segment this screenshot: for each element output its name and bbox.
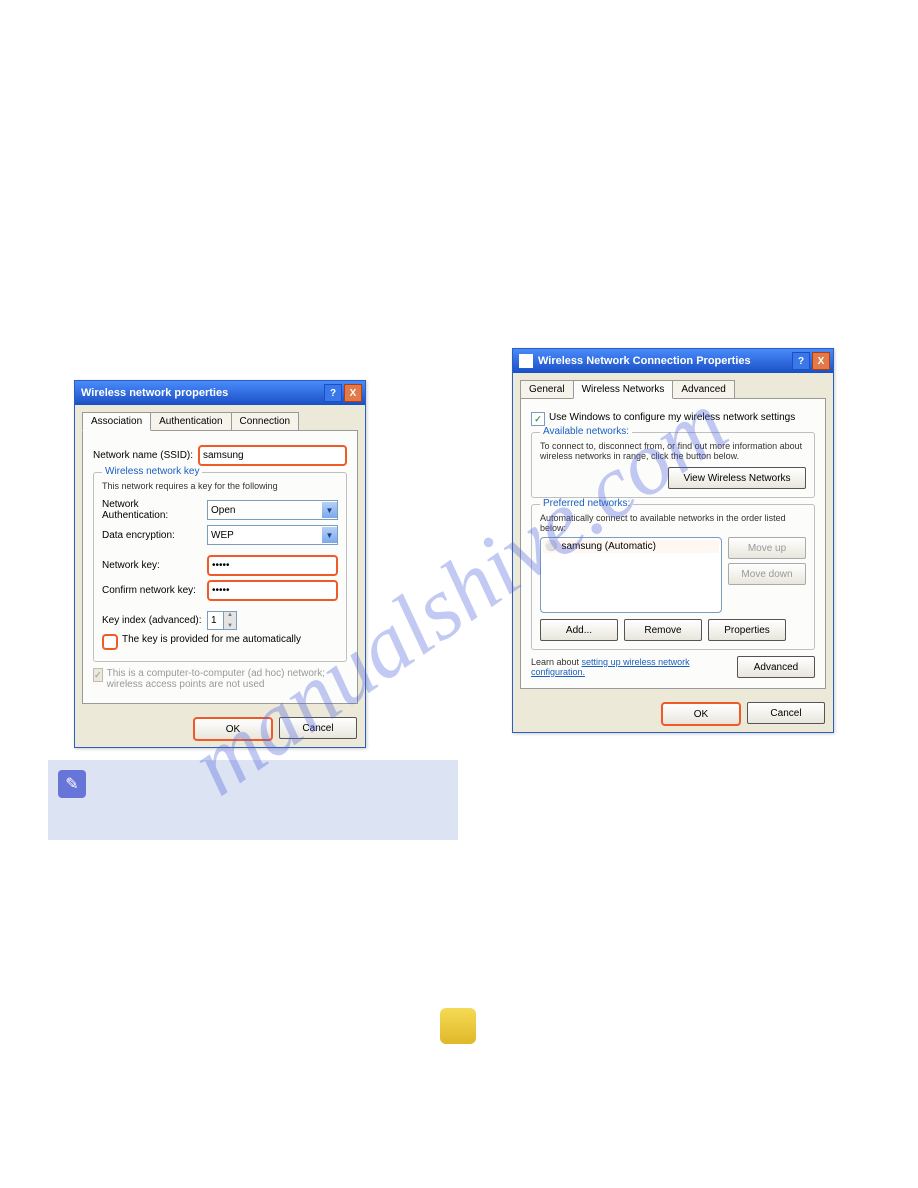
app-icon bbox=[519, 354, 533, 368]
net-auth-select[interactable]: Open ▼ bbox=[207, 500, 338, 520]
ok-button[interactable]: OK bbox=[193, 717, 273, 741]
autokey-label: The key is provided for me automatically bbox=[122, 634, 301, 645]
tab-advanced[interactable]: Advanced bbox=[672, 380, 734, 398]
wireless-connection-properties-dialog: Wireless Network Connection Properties ?… bbox=[512, 348, 834, 733]
tabpanel: ✓ Use Windows to configure my wireless n… bbox=[520, 398, 826, 689]
cancel-button[interactable]: Cancel bbox=[279, 717, 357, 739]
tab-general[interactable]: General bbox=[520, 380, 574, 398]
advanced-button[interactable]: Advanced bbox=[737, 656, 815, 678]
netkey-input[interactable]: ••••• bbox=[207, 555, 338, 576]
properties-button[interactable]: Properties bbox=[708, 619, 786, 641]
network-icon: ⚪ bbox=[545, 541, 557, 552]
netkey-label: Network key: bbox=[102, 560, 207, 571]
wireless-properties-dialog: Wireless network properties ? X Associat… bbox=[74, 380, 366, 748]
dialog-buttons: OK Cancel bbox=[513, 696, 833, 732]
page-number-badge bbox=[440, 1008, 476, 1044]
confkey-input[interactable]: ••••• bbox=[207, 580, 338, 601]
help-icon[interactable]: ? bbox=[324, 384, 342, 402]
data-enc-select[interactable]: WEP ▼ bbox=[207, 525, 338, 545]
keyindex-label: Key index (advanced): bbox=[102, 615, 207, 626]
preferred-text: Automatically connect to available netwo… bbox=[540, 513, 806, 533]
close-icon[interactable]: X bbox=[812, 352, 830, 370]
preferred-networks-list[interactable]: ⚪ samsung (Automatic) bbox=[540, 537, 722, 613]
available-legend: Available networks: bbox=[540, 426, 632, 437]
autokey-checkbox[interactable] bbox=[102, 634, 118, 650]
help-icon[interactable]: ? bbox=[792, 352, 810, 370]
tabpanel: Network name (SSID): samsung Wireless ne… bbox=[82, 430, 358, 704]
keyindex-value: 1 bbox=[207, 611, 224, 630]
wireless-key-group: Wireless network key This network requir… bbox=[93, 472, 347, 662]
tab-connection[interactable]: Connection bbox=[231, 412, 300, 430]
available-networks-group: Available networks: To connect to, disco… bbox=[531, 432, 815, 498]
use-windows-label: Use Windows to configure my wireless net… bbox=[549, 412, 795, 423]
net-auth-label: Network Authentication: bbox=[102, 499, 207, 521]
note-callout: ✎ bbox=[48, 760, 458, 840]
dialog-title: Wireless Network Connection Properties bbox=[538, 355, 790, 367]
tabstrip: Association Authentication Connection bbox=[82, 412, 358, 430]
dialog-buttons: OK Cancel bbox=[75, 711, 365, 747]
requires-key-text: This network requires a key for the foll… bbox=[102, 481, 338, 491]
tab-authentication[interactable]: Authentication bbox=[150, 412, 231, 430]
add-button[interactable]: Add... bbox=[540, 619, 618, 641]
available-text: To connect to, disconnect from, or find … bbox=[540, 441, 806, 461]
titlebar[interactable]: Wireless Network Connection Properties ?… bbox=[513, 349, 833, 373]
tabstrip: General Wireless Networks Advanced bbox=[520, 380, 826, 398]
data-enc-label: Data encryption: bbox=[102, 530, 207, 541]
confkey-label: Confirm network key: bbox=[102, 585, 207, 596]
stepper-arrows[interactable]: ▲▼ bbox=[224, 611, 237, 630]
list-item-label: samsung (Automatic) bbox=[561, 541, 655, 552]
close-icon[interactable]: X bbox=[344, 384, 362, 402]
ok-button[interactable]: OK bbox=[661, 702, 741, 726]
note-icon: ✎ bbox=[58, 770, 86, 798]
chevron-down-icon: ▼ bbox=[322, 527, 337, 543]
preferred-networks-group: Preferred networks: Automatically connec… bbox=[531, 504, 815, 650]
keyindex-stepper[interactable]: 1 ▲▼ bbox=[207, 611, 237, 630]
preferred-legend: Preferred networks: bbox=[540, 498, 633, 509]
data-enc-value: WEP bbox=[211, 530, 234, 541]
movedown-button: Move down bbox=[728, 563, 806, 585]
titlebar[interactable]: Wireless network properties ? X bbox=[75, 381, 365, 405]
tab-association[interactable]: Association bbox=[82, 412, 151, 431]
dialog-title: Wireless network properties bbox=[81, 387, 322, 399]
group-legend: Wireless network key bbox=[102, 466, 202, 477]
adhoc-label: This is a computer-to-computer (ad hoc) … bbox=[107, 668, 347, 690]
net-auth-value: Open bbox=[211, 505, 235, 516]
remove-button[interactable]: Remove bbox=[624, 619, 702, 641]
view-wireless-button[interactable]: View Wireless Networks bbox=[668, 467, 806, 489]
chevron-down-icon: ▼ bbox=[322, 502, 337, 518]
list-item[interactable]: ⚪ samsung (Automatic) bbox=[543, 540, 719, 553]
use-windows-checkbox[interactable]: ✓ bbox=[531, 412, 545, 426]
cancel-button[interactable]: Cancel bbox=[747, 702, 825, 724]
ssid-label: Network name (SSID): bbox=[93, 450, 198, 461]
adhoc-checkbox: ✓ bbox=[93, 668, 103, 682]
tab-wireless-networks[interactable]: Wireless Networks bbox=[573, 380, 674, 399]
ssid-input[interactable]: samsung bbox=[198, 445, 347, 466]
moveup-button: Move up bbox=[728, 537, 806, 559]
learn-about-text: Learn about setting up wireless network … bbox=[531, 657, 729, 677]
